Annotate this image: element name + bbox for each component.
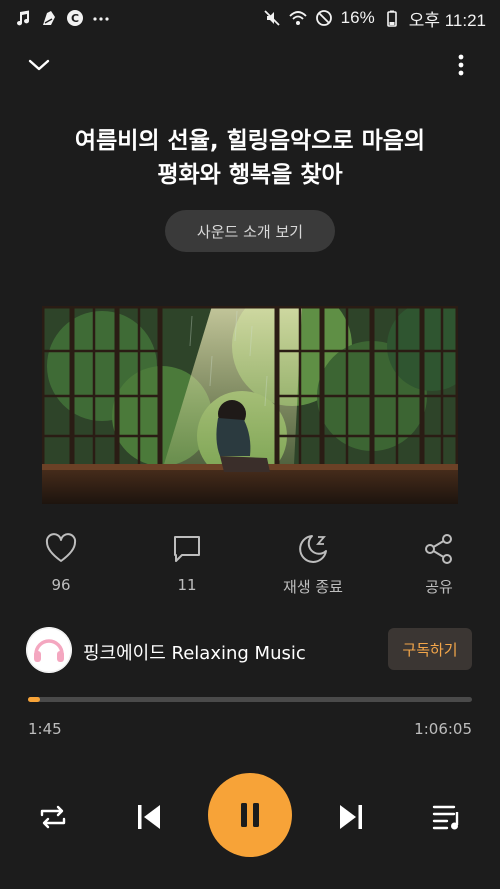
svg-text:C: C (71, 12, 79, 25)
progress-fill (28, 697, 40, 702)
sleep-timer-icon (299, 535, 327, 563)
battery-icon (383, 9, 401, 27)
music-note-icon (14, 9, 32, 27)
battery-percent: 16% (340, 8, 375, 27)
progress-bar[interactable] (28, 697, 472, 702)
heart-icon (45, 533, 77, 562)
like-count: 96 (51, 576, 71, 594)
sleep-timer-button[interactable]: 재생 종료 (258, 532, 368, 597)
channel-row: 핑크에이드 Relaxing Music 구독하기 (26, 626, 474, 674)
current-time: 1:45 (28, 720, 62, 738)
kebab-menu-icon (458, 54, 464, 76)
subscribe-button[interactable]: 구독하기 (388, 628, 472, 670)
skip-next-icon (340, 805, 362, 829)
total-time: 1:06:05 (414, 720, 472, 738)
more-dots-icon (92, 9, 110, 27)
skip-previous-icon (138, 805, 160, 829)
channel-avatar[interactable] (26, 627, 72, 673)
status-bar: C 16% 오후 11:21 (0, 0, 500, 36)
channel-name[interactable]: 핑크에이드 Relaxing Music (83, 639, 306, 665)
sleep-timer-label: 재생 종료 (283, 578, 343, 596)
playback-controls (0, 770, 500, 860)
collapse-button[interactable] (24, 50, 54, 80)
playlist-icon (432, 805, 459, 830)
repeat-button[interactable] (34, 798, 72, 836)
action-row: 96 11 재생 종료 공유 (0, 532, 500, 602)
pause-button[interactable] (208, 773, 292, 857)
comment-icon (174, 536, 200, 562)
comment-button[interactable]: 11 (132, 532, 242, 594)
share-button[interactable]: 공유 (384, 532, 494, 597)
share-icon (425, 534, 452, 564)
repeat-icon (40, 805, 66, 829)
chevron-down-icon (28, 59, 50, 71)
mute-icon (263, 9, 281, 27)
like-button[interactable]: 96 (6, 532, 116, 594)
next-button[interactable] (332, 798, 370, 836)
track-title: 여름비의 선율, 힐링음악으로 마음의 평화와 행복을 찾아 (74, 128, 426, 188)
block-icon (315, 9, 333, 27)
previous-button[interactable] (130, 798, 168, 836)
more-options-button[interactable] (446, 50, 476, 80)
clock: 오후 11:21 (408, 10, 486, 30)
headphones-logo-icon (26, 627, 72, 673)
comment-count: 11 (177, 576, 197, 594)
top-bar (0, 44, 500, 84)
share-label: 공유 (425, 578, 453, 596)
c-badge-icon: C (66, 9, 84, 27)
album-artwork (42, 306, 458, 504)
piano-icon (40, 9, 58, 27)
pause-icon (241, 803, 259, 827)
wifi-icon (289, 9, 307, 27)
playlist-button[interactable] (428, 798, 466, 836)
sound-intro-button[interactable]: 사운드 소개 보기 (165, 210, 335, 252)
